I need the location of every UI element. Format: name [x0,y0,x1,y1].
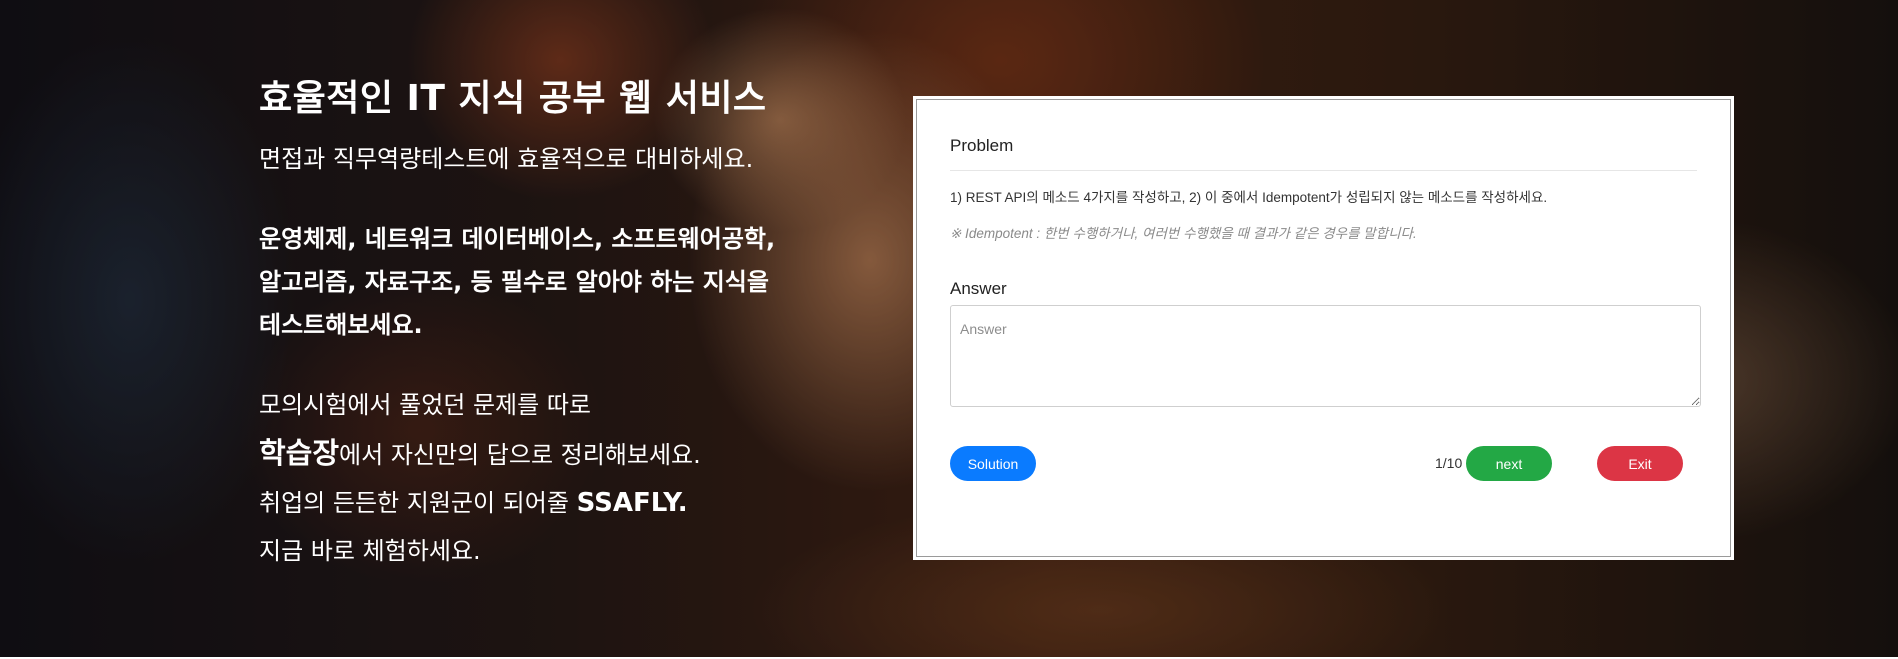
subject-line: 운영체제, 네트워크 데이터베이스, 소프트웨어공학, [259,225,776,253]
problem-label: Problem [950,136,1014,155]
exit-button[interactable]: Exit [1597,446,1683,481]
closing-line-rest: 에서 자신만의 답으로 정리해보세요. [339,441,701,469]
page-title: 효율적인 IT 지식 공부 웹 서비스 [259,78,767,119]
closing-line: 학습장에서 자신만의 답으로 정리해보세요. [259,429,859,479]
solution-button[interactable]: Solution [950,446,1036,481]
subject-line: 알고리즘, 자료구조, 등 필수로 알아야 하는 지식을 [259,268,769,296]
hero-subtitle: 면접과 직무역량테스트에 효율적으로 대비하세요. [259,145,754,173]
brand-name: SSAFLY. [576,488,688,518]
progress-counter: 1/10 [1435,455,1463,471]
question-text: 1) REST API의 메소드 4가지를 작성하고, 2) 이 중에서 Ide… [950,190,1548,205]
closing-line-prefix: 취업의 든든한 지원군이 되어줄 [259,489,577,517]
study-notes-highlight: 학습장 [259,436,340,470]
quiz-card-body: Problem 1) REST API의 메소드 4가지를 작성하고, 2) 이… [950,98,1701,558]
closing-line: 모의시험에서 풀었던 문제를 따로 [259,391,592,419]
answer-input[interactable] [950,305,1701,407]
hero-text: 효율적인 IT 지식 공부 웹 서비스 면접과 직무역량테스트에 효율적으로 대… [259,70,859,575]
closing-line: 지금 바로 체험하세요. [259,537,481,565]
subject-list: 운영체제, 네트워크 데이터베이스, 소프트웨어공학, 알고리즘, 자료구조, … [259,218,859,347]
question-note: ※ Idempotent : 한번 수행하거나, 여러번 수행했을 때 결과가 … [950,226,1417,241]
closing-line: 취업의 든든한 지원군이 되어줄 SSAFLY. [259,479,859,527]
next-button[interactable]: next [1466,446,1552,481]
quiz-card: Problem 1) REST API의 메소드 4가지를 작성하고, 2) 이… [913,96,1734,560]
subject-line: 테스트해보세요. [259,311,423,339]
divider [950,170,1697,171]
answer-label: Answer [950,279,1007,298]
closing-text: 모의시험에서 풀었던 문제를 따로 학습장에서 자신만의 답으로 정리해보세요.… [259,381,859,575]
